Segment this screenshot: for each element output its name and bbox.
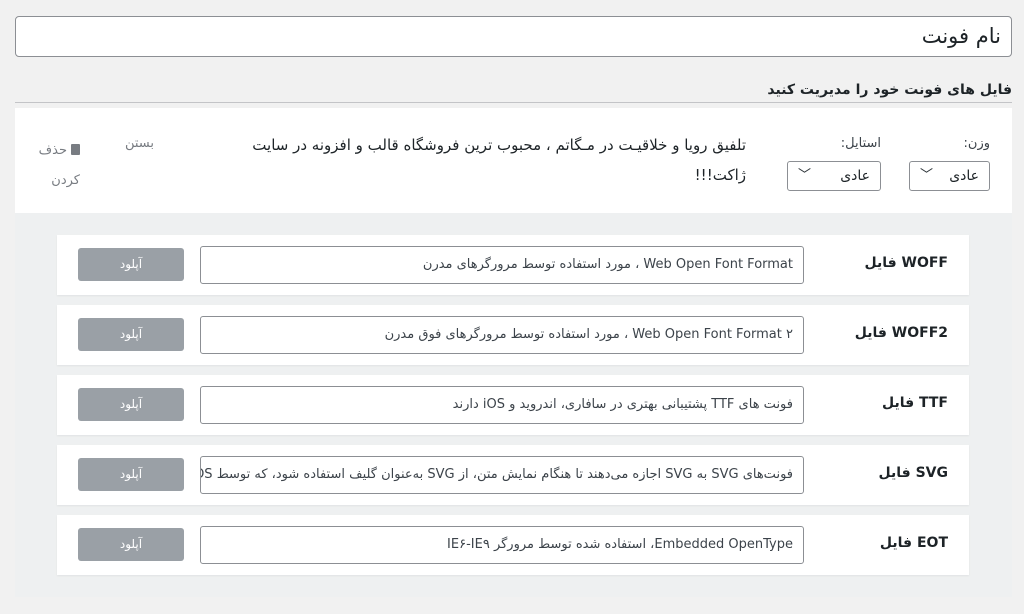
style-select[interactable]: عادی ﹀ [787, 161, 881, 191]
file-row-woff2: WOFF2 فایل Web Open Font Format ۲ ، مورد… [57, 305, 969, 365]
file-url-input[interactable]: Web Open Font Format ، مورد استفاده توسط… [200, 246, 804, 284]
file-label: SVG فایل [878, 465, 948, 481]
upload-button[interactable]: آپلود [78, 528, 184, 561]
style-value: عادی [840, 168, 870, 184]
file-row-svg: SVG فایل فونت‌های SVG به SVG اجازه می‌ده… [57, 445, 969, 505]
file-url-input[interactable]: Web Open Font Format ۲ ، مورد استفاده تو… [200, 316, 804, 354]
section-title: فایل های فونت خود را مدیریت کنید [15, 82, 1012, 103]
file-url-input[interactable]: فونت های TTF پشتیبانی بهتری در سافاری، ا… [200, 386, 804, 424]
trash-icon [71, 144, 80, 155]
font-name-input[interactable]: نام فونت [15, 16, 1012, 57]
chevron-down-icon: ﹀ [798, 168, 812, 183]
weight-select[interactable]: عادی ﹀ [909, 161, 990, 191]
file-label: WOFF2 فایل [854, 325, 948, 341]
upload-button[interactable]: آپلود [78, 388, 184, 421]
file-label: WOFF فایل [864, 255, 948, 271]
font-variant-panel: وزن: عادی ﹀ استایل: عادی ﹀ تلفیق رویا و … [15, 108, 1012, 213]
weight-label: وزن: [963, 136, 990, 151]
file-row-ttf: TTF فایل فونت های TTF پشتیبانی بهتری در … [57, 375, 969, 435]
close-button[interactable]: بستن [125, 136, 154, 151]
font-files-area: WOFF فایل Web Open Font Format ، مورد اس… [15, 213, 1012, 597]
chevron-down-icon: ﹀ [920, 168, 934, 183]
style-label: استایل: [840, 136, 881, 151]
file-url-input[interactable]: Embedded OpenType، استفاده شده توسط مرور… [200, 526, 804, 564]
file-row-woff: WOFF فایل Web Open Font Format ، مورد اس… [57, 235, 969, 295]
file-url-input[interactable]: فونت‌های SVG به SVG اجازه می‌دهند تا هنگ… [200, 456, 804, 494]
file-row-eot: EOT فایل Embedded OpenType، استفاده شده … [57, 515, 969, 575]
file-label: TTF فایل [881, 395, 948, 411]
file-label: EOT فایل [879, 535, 948, 551]
upload-button[interactable]: آپلود [78, 248, 184, 281]
upload-button[interactable]: آپلود [78, 318, 184, 351]
weight-value: عادی [949, 168, 979, 184]
font-preview-text: تلفیق رویا و خلاقیـت در مـگاتم ، محبوب ت… [252, 136, 746, 184]
delete-button[interactable]: حذف کردن [30, 136, 80, 196]
upload-button[interactable]: آپلود [78, 458, 184, 491]
